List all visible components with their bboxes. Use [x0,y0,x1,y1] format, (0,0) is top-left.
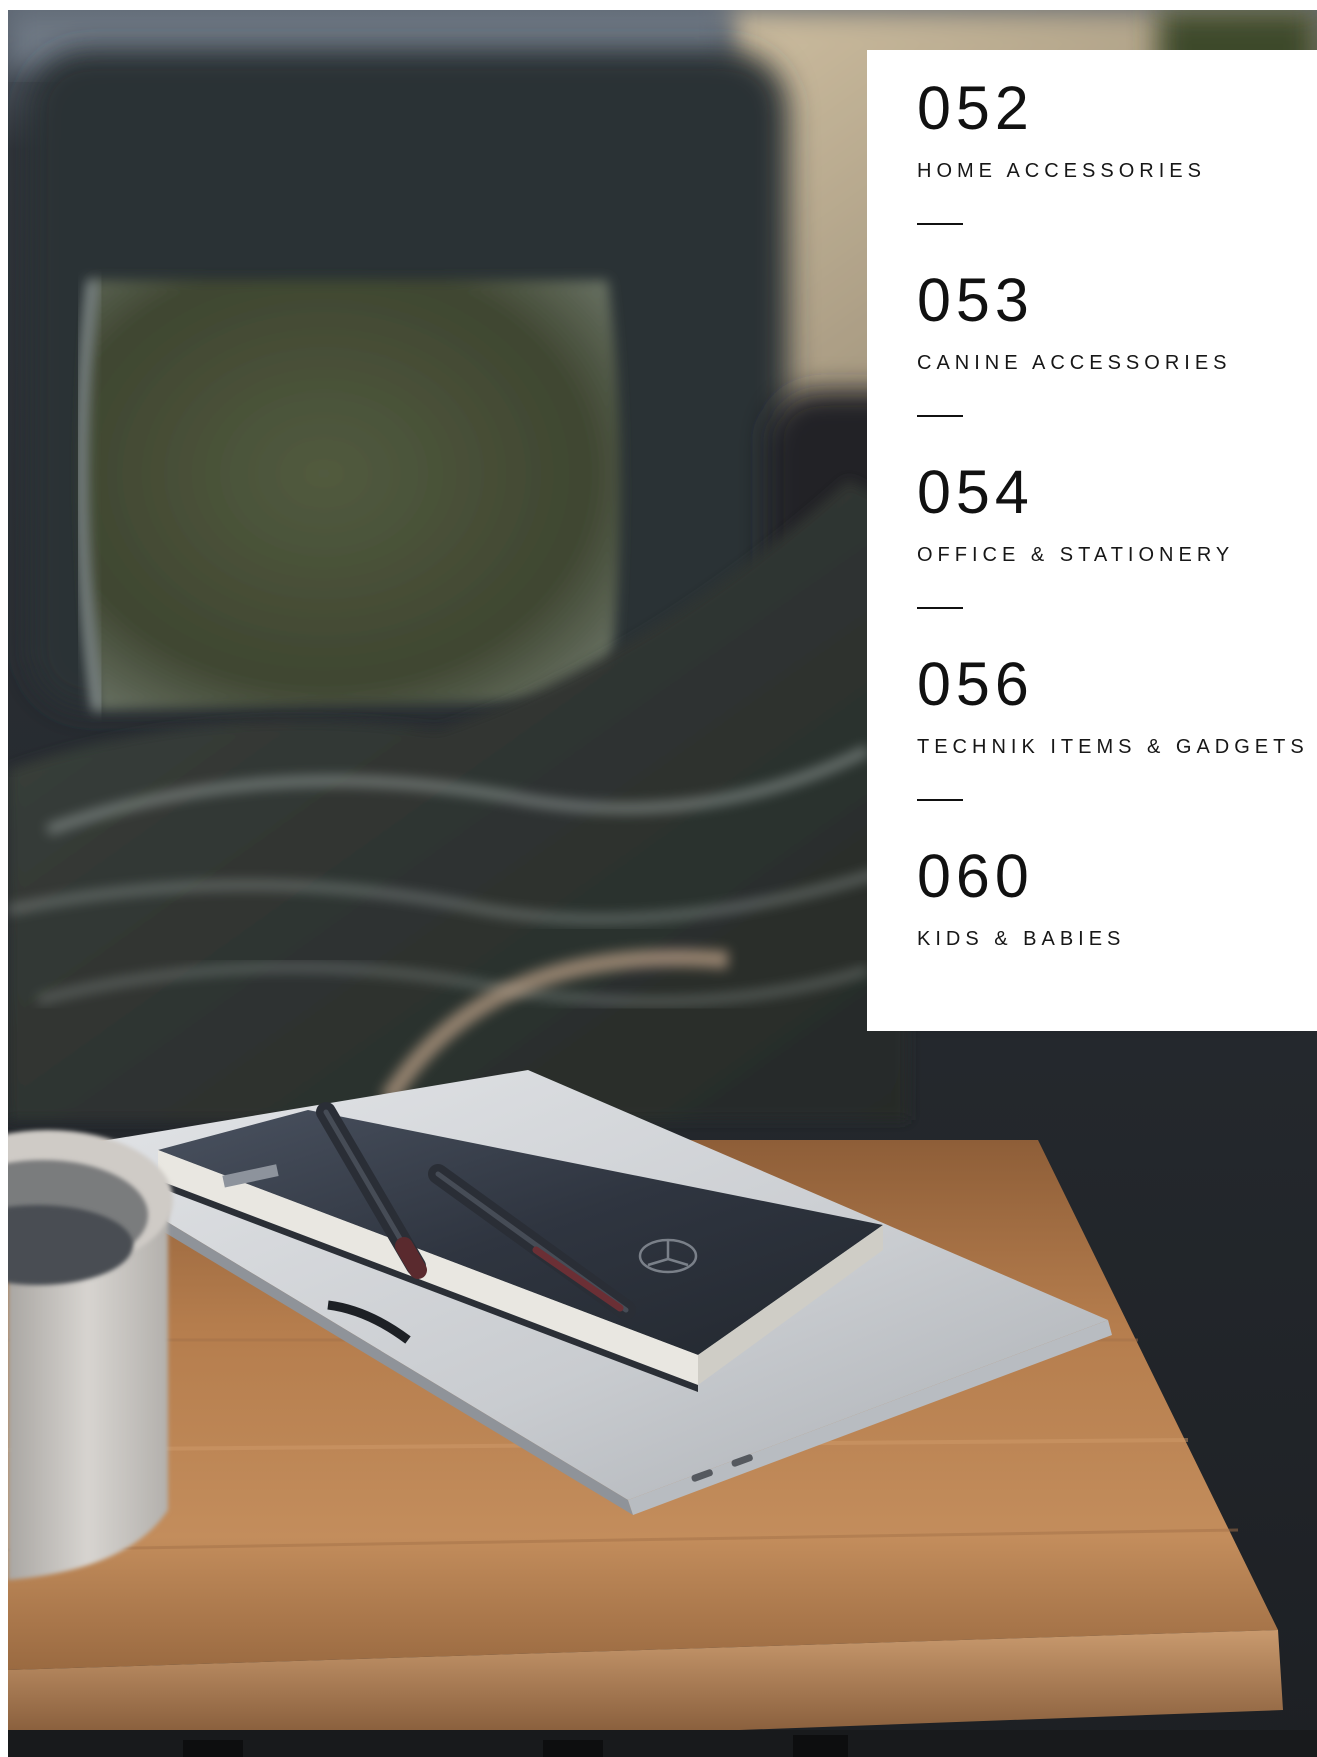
contents-entry[interactable]: 060 KIDS & BABIES [917,842,1317,950]
entry-title: TECHNIK ITEMS & GADGETS [917,736,1309,758]
entry-divider [917,607,963,609]
contents-entry[interactable]: 053 CANINE ACCESSORIES [917,270,1317,417]
entry-divider [917,223,963,225]
entry-page-number: 054 [917,458,1034,526]
entry-page-number: 053 [917,266,1034,334]
entry-page-number: 060 [917,842,1034,910]
entry-divider [917,415,963,417]
contents-entry[interactable]: 054 OFFICE & STATIONERY [917,462,1317,609]
entry-divider [917,799,963,801]
entry-title: OFFICE & STATIONERY [917,544,1235,566]
entry-page-number: 056 [917,650,1034,718]
entry-title: KIDS & BABIES [917,928,1126,950]
entry-title: HOME ACCESSORIES [917,160,1206,182]
catalog-page: 052 HOME ACCESSORIES 053 CANINE ACCESSOR… [0,0,1317,1757]
contents-panel: 052 HOME ACCESSORIES 053 CANINE ACCESSOR… [867,50,1317,1031]
entry-title: CANINE ACCESSORIES [917,352,1232,374]
entry-page-number: 052 [917,74,1034,142]
contents-entry[interactable]: 052 HOME ACCESSORIES [917,78,1317,225]
contents-entry[interactable]: 056 TECHNIK ITEMS & GADGETS [917,654,1317,801]
